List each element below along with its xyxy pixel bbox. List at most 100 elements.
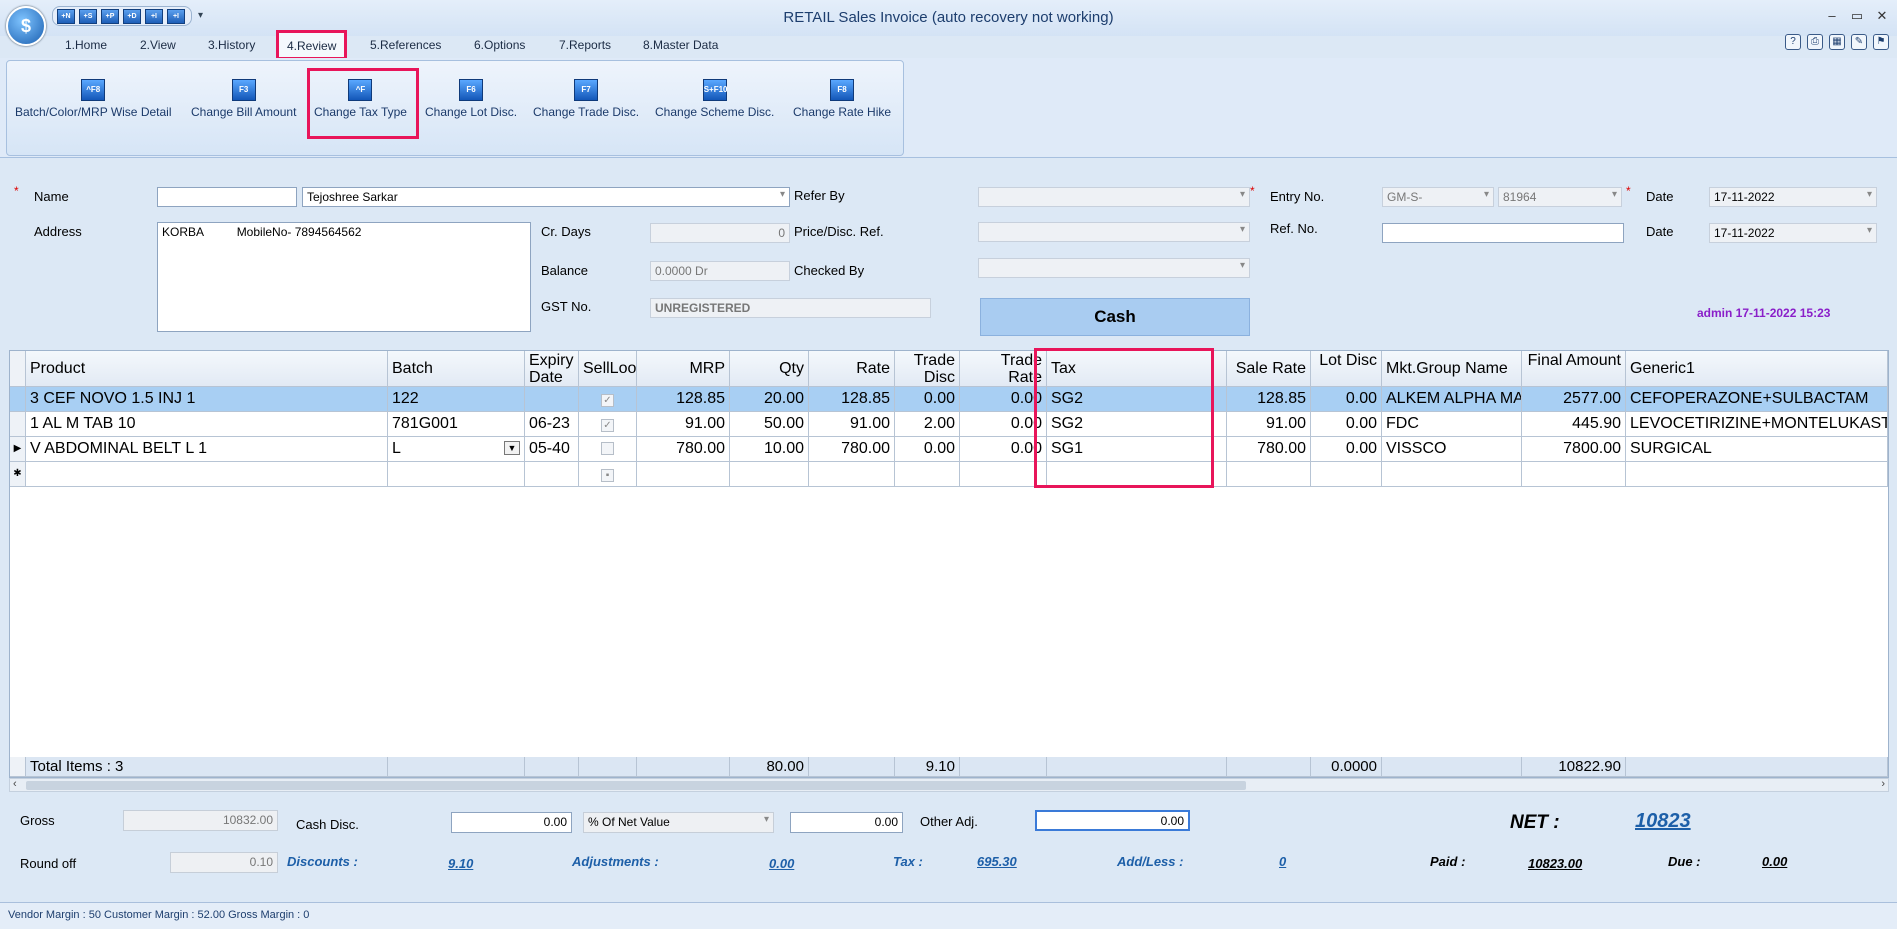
batch-detail-icon: ^F8	[81, 79, 106, 101]
cash-disc-input[interactable]: 0.00	[451, 812, 572, 833]
admin-timestamp: admin 17-11-2022 15:23	[1697, 306, 1831, 320]
tab-references[interactable]: 5.References	[370, 38, 441, 52]
grid-empty-area[interactable]	[10, 487, 1888, 757]
gst-label: GST No.	[541, 299, 592, 314]
net-value[interactable]: 10823	[1635, 810, 1691, 833]
table-row[interactable]: 1 AL M TAB 10 781G001 06-23 ✓ 91.00 50.0…	[10, 412, 1890, 437]
tab-view[interactable]: 2.View	[140, 38, 176, 52]
help-icon[interactable]: ?	[1785, 34, 1801, 50]
tab-review[interactable]: 4.Review	[276, 30, 348, 60]
cash-disc-amount-input[interactable]: 0.00	[790, 812, 903, 833]
other-adj-label: Other Adj.	[920, 814, 978, 829]
col-sale-rate[interactable]: Sale Rate	[1227, 351, 1311, 387]
add-less-value[interactable]: 0	[1279, 854, 1286, 869]
col-sellloo[interactable]: SellLoo	[579, 351, 637, 387]
change-rate-hike-button[interactable]: F8 Change Rate Hike	[793, 79, 891, 119]
current-row-indicator-icon: ▶	[10, 437, 26, 462]
gross-input: 10832.00	[123, 810, 278, 831]
col-qty[interactable]: Qty	[730, 351, 809, 387]
col-mkt-group[interactable]: Mkt.Group Name	[1382, 351, 1522, 387]
new-row[interactable]: ✱ ▪	[10, 462, 1890, 487]
cr-days-label: Cr. Days	[541, 224, 591, 239]
tab-master-data[interactable]: 8.Master Data	[643, 38, 718, 52]
cash-disc-label: Cash Disc.	[296, 817, 359, 832]
scroll-left-icon[interactable]: ‹	[13, 778, 17, 790]
entry-series-select[interactable]: GM-S-	[1382, 187, 1494, 207]
entry-no-label: Entry No.	[1270, 189, 1325, 204]
tab-history[interactable]: 3.History	[208, 38, 255, 52]
entry-no-input[interactable]: 81964	[1498, 187, 1622, 207]
refer-by-select[interactable]	[978, 187, 1250, 207]
cash-button[interactable]: Cash	[980, 298, 1250, 336]
tab-reports[interactable]: 7.Reports	[559, 38, 611, 52]
change-lot-disc-button[interactable]: F6 Change Lot Disc.	[425, 79, 517, 119]
minimize-icon[interactable]: –	[1822, 8, 1842, 23]
change-bill-amount-button[interactable]: F3 Change Bill Amount	[191, 79, 296, 119]
change-scheme-disc-button[interactable]: S+F10 Change Scheme Disc.	[655, 79, 774, 119]
change-trade-disc-button[interactable]: F7 Change Trade Disc.	[533, 79, 639, 119]
scheme-disc-icon: S+F10	[702, 79, 727, 101]
batch-color-mrp-button[interactable]: ^F8 Batch/Color/MRP Wise Detail	[15, 79, 172, 119]
table-row[interactable]: 3 CEF NOVO 1.5 INJ 1 122 ✓ 128.85 20.00 …	[10, 387, 1890, 412]
col-lot-disc[interactable]: Lot Disc	[1311, 351, 1382, 387]
lot-disc-icon: F6	[459, 79, 484, 101]
round-off-label: Round off	[20, 856, 77, 871]
menu-tabs: 1.Home 2.View 3.History 4.Review 5.Refer…	[0, 30, 1897, 60]
date-picker[interactable]: 17-11-2022	[1709, 187, 1877, 207]
sellloo-checkbox[interactable]: ✓	[601, 419, 614, 432]
flag-icon[interactable]: ⚑	[1873, 34, 1889, 50]
sellloo-checkbox[interactable]	[601, 442, 614, 455]
cash-disc-mode-select[interactable]: % Of Net Value	[583, 812, 774, 833]
name-input[interactable]: Tejoshree Sarkar	[302, 187, 790, 207]
discounts-value[interactable]: 9.10	[448, 856, 473, 871]
horizontal-scrollbar[interactable]: ‹ ›	[9, 778, 1889, 792]
tax-value[interactable]: 695.30	[977, 854, 1017, 869]
ref-date-label: Date	[1646, 224, 1674, 239]
tab-options[interactable]: 6.Options	[474, 38, 525, 52]
scroll-thumb[interactable]	[26, 781, 1246, 790]
adjustments-label: Adjustments :	[572, 854, 659, 869]
name-code-input[interactable]	[157, 187, 297, 207]
adjustments-value[interactable]: 0.00	[769, 856, 794, 871]
col-trade-disc[interactable]: Trade Disc	[895, 351, 960, 387]
col-expiry[interactable]: Expiry Date	[525, 351, 579, 387]
sellloo-checkbox[interactable]: ▪	[601, 469, 614, 482]
paid-label: Paid :	[1430, 854, 1466, 869]
col-product[interactable]: Product	[26, 351, 388, 387]
price-disc-ref-select[interactable]	[978, 222, 1250, 242]
printer-icon[interactable]: ⎙	[1807, 34, 1823, 50]
paid-value[interactable]: 10823.00	[1528, 856, 1582, 871]
close-icon[interactable]: ✕	[1872, 8, 1892, 24]
app-logo[interactable]: $	[6, 6, 46, 46]
notes-icon[interactable]: ✎	[1851, 34, 1867, 50]
address-input[interactable]: KORBA MobileNo- 7894564562	[157, 222, 531, 332]
due-value[interactable]: 0.00	[1762, 854, 1787, 869]
window-title: RETAIL Sales Invoice (auto recovery not …	[783, 9, 1114, 26]
col-final-amount[interactable]: Final Amount	[1522, 351, 1626, 387]
checked-by-select[interactable]	[978, 258, 1250, 278]
discounts-label: Discounts :	[287, 854, 358, 869]
col-generic[interactable]: Generic1	[1626, 351, 1888, 387]
ref-date-picker[interactable]: 17-11-2022	[1709, 223, 1877, 243]
scroll-right-icon[interactable]: ›	[1881, 778, 1885, 790]
maximize-icon[interactable]: ▭	[1847, 8, 1867, 24]
rate-hike-icon: F8	[830, 79, 855, 101]
cr-days-input[interactable]: 0	[650, 223, 790, 243]
calculator-icon[interactable]: ▦	[1829, 34, 1845, 50]
tax-column-highlight	[1034, 348, 1214, 488]
required-marker: *	[14, 184, 19, 198]
table-row[interactable]: ▶ V ABDOMINAL BELT L 1 L ▼ 05-40 780.00 1…	[10, 437, 1890, 462]
col-mrp[interactable]: MRP	[637, 351, 730, 387]
sellloo-checkbox[interactable]: ✓	[601, 394, 614, 407]
ribbon-review-group: ^F8 Batch/Color/MRP Wise Detail F3 Chang…	[6, 60, 904, 156]
status-bar: Vendor Margin : 50 Customer Margin : 52.…	[0, 902, 1897, 929]
col-rate[interactable]: Rate	[809, 351, 895, 387]
add-less-label: Add/Less :	[1117, 854, 1184, 869]
col-batch[interactable]: Batch	[388, 351, 525, 387]
other-adj-input[interactable]: 0.00	[1035, 810, 1190, 831]
tab-home[interactable]: 1.Home	[65, 38, 107, 52]
ref-no-input[interactable]	[1382, 223, 1624, 243]
balance-label: Balance	[541, 263, 588, 278]
batch-dropdown-icon[interactable]: ▼	[504, 441, 520, 455]
checked-by-label: Checked By	[794, 263, 865, 278]
